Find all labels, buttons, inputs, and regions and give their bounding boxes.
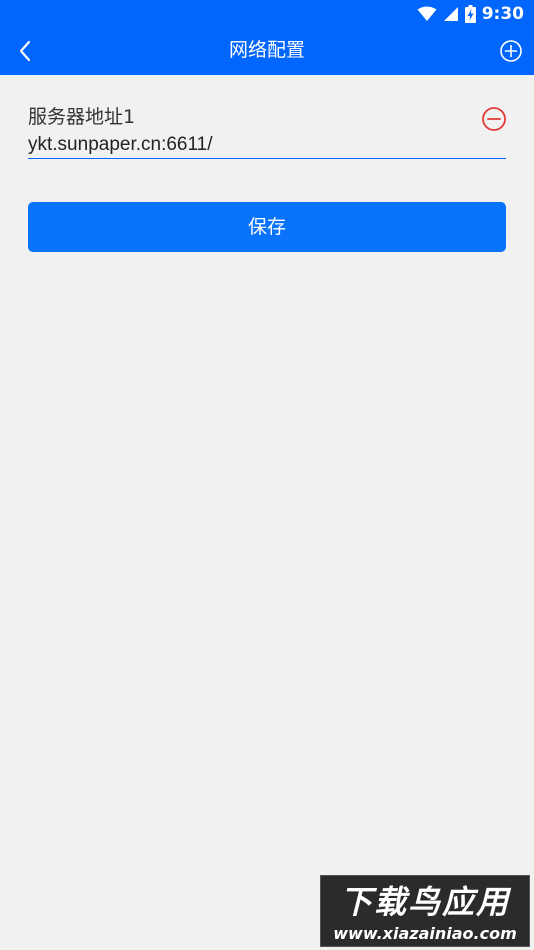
- server-address-label: 服务器地址1: [28, 106, 136, 128]
- remove-server-button[interactable]: [480, 105, 508, 133]
- plus-circle-icon: [500, 40, 522, 62]
- minus-circle-icon: [482, 107, 506, 131]
- battery-charging-icon: [464, 5, 476, 23]
- page-title: 网络配置: [228, 39, 305, 61]
- app-bar: 网络配置: [0, 28, 534, 75]
- watermark-url: www.xiazainiao.com: [333, 924, 517, 943]
- server-address-input[interactable]: [28, 134, 506, 159]
- server-address-item: 服务器地址1: [28, 100, 506, 159]
- add-server-button[interactable]: [496, 36, 526, 66]
- status-bar: 9:30: [0, 0, 534, 28]
- status-icons: 9:30: [417, 4, 524, 24]
- watermark-title: 下载鸟应用: [339, 883, 510, 921]
- cellular-signal-icon: [443, 7, 458, 21]
- wifi-icon: [417, 6, 437, 21]
- save-button[interactable]: 保存: [28, 202, 506, 252]
- watermark-logo: 下载鸟应用 www.xiazainiao.com: [320, 875, 530, 947]
- status-time: 9:30: [481, 4, 524, 24]
